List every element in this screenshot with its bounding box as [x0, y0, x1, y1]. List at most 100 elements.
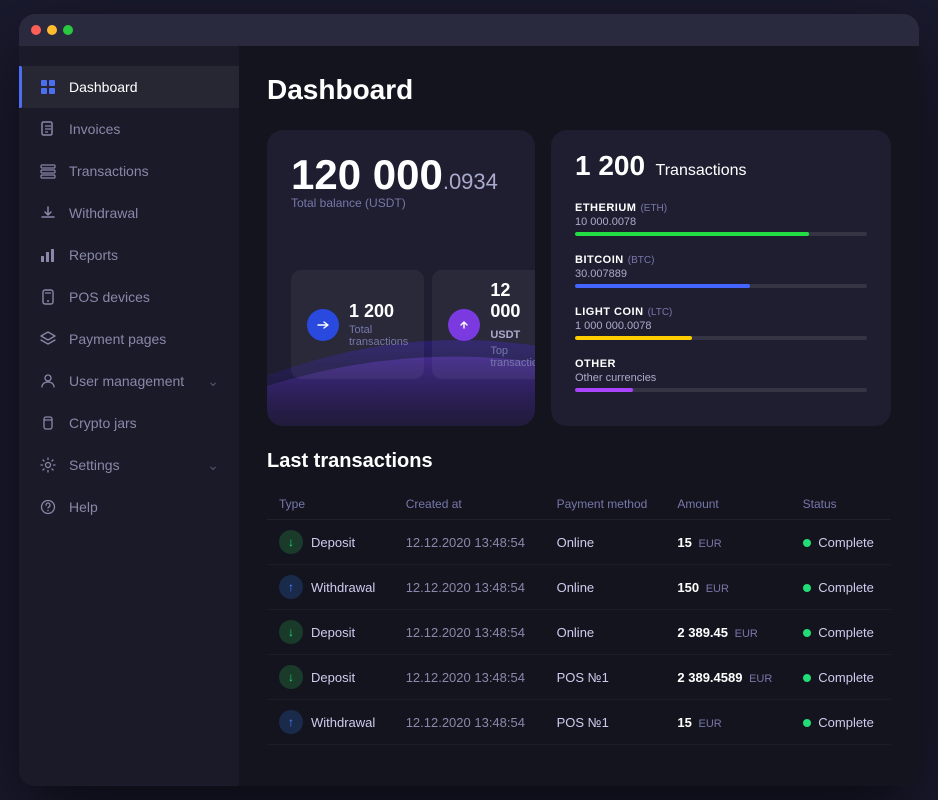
sidebar-item-invoices[interactable]: Invoices [19, 108, 239, 150]
sidebar-item-pos-devices[interactable]: POS devices [19, 276, 239, 318]
sidebar-label-pos-devices: POS devices [69, 289, 150, 305]
progress-other-bg [575, 388, 867, 392]
tx-amount: 2 389.45 EUR [665, 610, 790, 655]
tx-type-cell: ↓ Deposit [267, 610, 394, 655]
status-dot [803, 584, 811, 592]
progress-ltc-bg [575, 336, 867, 340]
progress-btc-bg [575, 284, 867, 288]
sidebar-label-payment-pages: Payment pages [69, 331, 166, 347]
tx-amount: 15 EUR [665, 700, 790, 745]
crypto-row-other: OTHER Other currencies [575, 354, 867, 392]
tx-method: POS №1 [545, 655, 666, 700]
tx-type-cell: ↓ Deposit [267, 655, 394, 700]
sidebar-item-dashboard[interactable]: Dashboard [19, 66, 239, 108]
col-header-amount: Amount [665, 489, 790, 520]
crypto-name-other: OTHER [575, 358, 616, 370]
crypto-amount-eth: 10 000.0078 [575, 216, 867, 228]
crypto-name-ltc: LIGHT COIN [575, 306, 644, 318]
last-transactions-title: Last transactions [267, 450, 891, 473]
stat-total-transactions-label: Total transactions [349, 324, 408, 348]
tx-type-label: Withdrawal [311, 715, 375, 730]
crypto-name-eth: ETHERIUM [575, 202, 636, 214]
tx-card-header: 1 200 Transactions [575, 150, 867, 182]
status-dot [803, 629, 811, 637]
sidebar-label-withdrawal: Withdrawal [69, 205, 138, 221]
sidebar-label-transactions: Transactions [69, 163, 149, 179]
crypto-amount-other: Other currencies [575, 372, 867, 384]
sidebar-label-help: Help [69, 499, 98, 515]
sidebar-label-user-management: User management [69, 373, 184, 389]
tx-method: Online [545, 565, 666, 610]
browser-dot-red[interactable] [31, 25, 41, 35]
browser-bar [19, 14, 919, 46]
sidebar-item-transactions[interactable]: Transactions [19, 150, 239, 192]
tx-amount: 2 389.4589 EUR [665, 655, 790, 700]
status-label: Complete [818, 625, 874, 640]
transactions-icon [307, 309, 339, 341]
sidebar-item-user-management[interactable]: User management ⌄ [19, 360, 239, 402]
tx-type-cell: ↑ Withdrawal [267, 565, 394, 610]
progress-eth-fill [575, 232, 809, 236]
tx-created-at: 12.12.2020 13:48:54 [394, 565, 545, 610]
sidebar-item-reports[interactable]: Reports [19, 234, 239, 276]
stat-top-transaction: 12 000 USDT Top transaction [432, 270, 535, 379]
sidebar-label-crypto-jars: Crypto jars [69, 415, 137, 431]
tx-type-label: Withdrawal [311, 580, 375, 595]
col-header-type: Type [267, 489, 394, 520]
tx-status: Complete [791, 520, 891, 565]
progress-btc-fill [575, 284, 750, 288]
tx-amount: 150 EUR [665, 565, 790, 610]
status-label: Complete [818, 715, 874, 730]
list-icon [39, 162, 57, 180]
tx-amount: 15 EUR [665, 520, 790, 565]
balance-amount: 120 000.0934 [291, 154, 511, 196]
tx-status: Complete [791, 655, 891, 700]
tx-count: 1 200 [575, 150, 645, 181]
tx-method: POS №1 [545, 700, 666, 745]
tx-method: Online [545, 610, 666, 655]
transactions-table: Type Created at Payment method Amount St… [267, 489, 891, 745]
stat-top-transaction-value: 12 000 USDT [490, 280, 535, 343]
browser-dot-green[interactable] [63, 25, 73, 35]
file-icon [39, 120, 57, 138]
tx-status: Complete [791, 565, 891, 610]
deposit-icon: ↓ [279, 665, 303, 689]
sidebar-item-help[interactable]: Help [19, 486, 239, 528]
last-transactions-section: Last transactions Type Created at Paymen… [267, 450, 891, 745]
status-label: Complete [818, 670, 874, 685]
balance-main-value: 120 000.0934 [291, 151, 498, 198]
sidebar-item-payment-pages[interactable]: Payment pages [19, 318, 239, 360]
tx-status: Complete [791, 610, 891, 655]
sidebar-item-crypto-jars[interactable]: Crypto jars [19, 402, 239, 444]
transactions-breakdown-card: 1 200 Transactions ETHERIUM(ETH) 10 000.… [551, 130, 891, 426]
tx-type-label: Deposit [311, 625, 355, 640]
table-row: ↓ Deposit 12.12.2020 13:48:54 POS №1 2 3… [267, 655, 891, 700]
download-icon [39, 204, 57, 222]
tx-label: Transactions [656, 162, 747, 179]
tx-created-at: 12.12.2020 13:48:54 [394, 520, 545, 565]
deposit-icon: ↓ [279, 530, 303, 554]
col-header-status: Status [791, 489, 891, 520]
col-header-payment-method: Payment method [545, 489, 666, 520]
device-icon [39, 288, 57, 306]
status-dot [803, 674, 811, 682]
stat-total-transactions: 1 200 Total transactions [291, 270, 424, 379]
sidebar-label-settings: Settings [69, 457, 120, 473]
user-icon [39, 372, 57, 390]
sidebar-label-invoices: Invoices [69, 121, 120, 137]
balance-stats: 1 200 Total transactions [291, 270, 511, 379]
top-transaction-icon [448, 309, 480, 341]
jar-icon [39, 414, 57, 432]
status-label: Complete [818, 535, 874, 550]
status-dot [803, 719, 811, 727]
withdrawal-icon: ↑ [279, 710, 303, 734]
crypto-row-btc: BITCOIN(BTC) 30.007889 [575, 250, 867, 288]
tx-created-at: 12.12.2020 13:48:54 [394, 610, 545, 655]
crypto-amount-btc: 30.007889 [575, 268, 867, 280]
table-row: ↑ Withdrawal 12.12.2020 13:48:54 Online … [267, 565, 891, 610]
sidebar-item-withdrawal[interactable]: Withdrawal [19, 192, 239, 234]
browser-dot-yellow[interactable] [47, 25, 57, 35]
sidebar-item-settings[interactable]: Settings ⌄ [19, 444, 239, 486]
stat-total-transactions-value: 1 200 [349, 301, 408, 322]
balance-card: 120 000.0934 Total balance (USDT) [267, 130, 535, 426]
